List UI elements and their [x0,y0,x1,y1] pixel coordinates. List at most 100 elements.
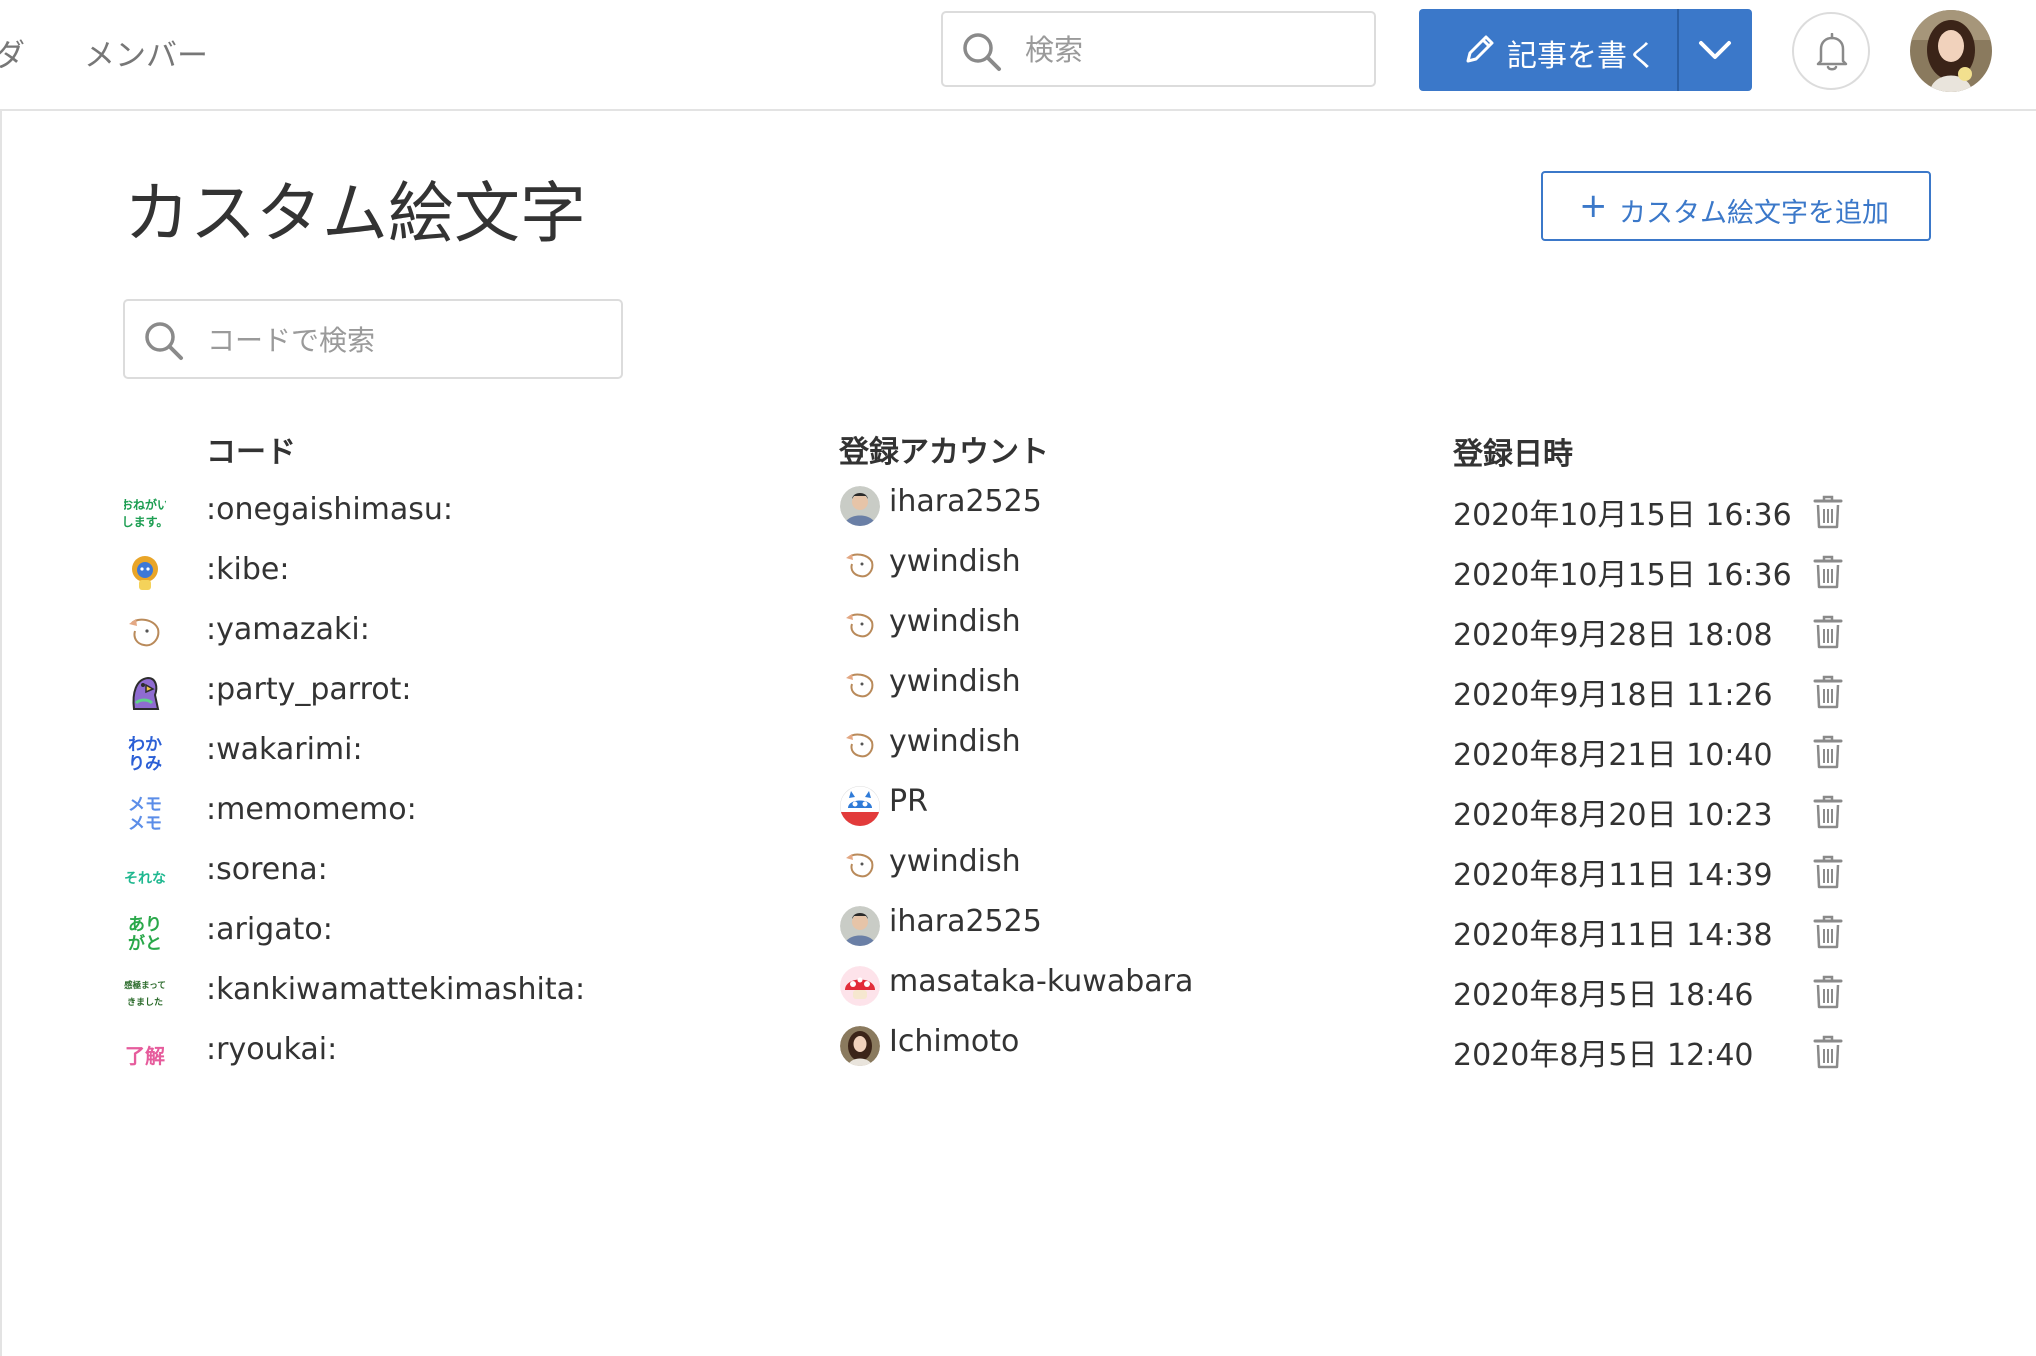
table-row: あり がと :arigato: ihara2525 2020年8月11日 14:… [0,904,2036,968]
trash-icon[interactable] [1812,1034,1844,1070]
account-avatar-ihara [840,906,880,946]
emoji-onegaishimasu-icon: おねがい します。 [124,497,166,529]
emoji-text-line: がと [128,933,162,953]
global-search [941,11,1376,87]
table-row: :kibe: ywindish 2020年10月15日 16:36 [0,544,2036,608]
emoji-code: :memomemo: [206,792,417,827]
account-name[interactable]: ywindish [889,844,1021,879]
search-icon [963,33,1001,71]
bell-icon [1816,33,1848,71]
registered-date: 2020年8月5日 12:40 [1453,1038,1754,1073]
emoji-text-line: わか [128,735,162,755]
account-name[interactable]: ihara2525 [889,904,1042,939]
write-options-dropdown[interactable] [1679,9,1752,91]
table-row: :party_parrot: ywindish 2020年9月18日 11:26 [0,664,2036,728]
emoji-code: :party_parrot: [206,672,412,707]
account-avatar-ihara [840,486,880,526]
emoji-wakarimi-icon: わか りみ [128,735,162,773]
account-name[interactable]: PR [889,784,928,819]
trash-icon[interactable] [1812,734,1844,770]
registered-date: 2020年8月5日 18:46 [1453,978,1754,1013]
emoji-code: :wakarimi: [206,732,363,767]
account-name[interactable]: ywindish [889,724,1021,759]
add-custom-emoji-label: カスタム絵文字を追加 [1619,198,1889,229]
emoji-text-line: メモ [128,814,162,833]
emoji-code: :kankiwamattekimashita: [206,972,586,1007]
registered-date: 2020年9月18日 11:26 [1453,678,1773,713]
nav-item-partial[interactable]: ダ [0,30,25,75]
table-row: それな :sorena: ywindish 2020年8月11日 14:39 [0,844,2036,908]
emoji-text-line: メモ [128,795,162,815]
registered-date: 2020年8月11日 14:39 [1453,858,1773,893]
account-avatar-ywindish [840,606,880,646]
trash-icon[interactable] [1812,974,1844,1010]
code-search-input[interactable] [205,317,609,363]
account-name[interactable]: Ichimoto [889,1024,1019,1059]
write-article-button-group: 記事を書く [1419,9,1752,91]
registered-date: 2020年8月20日 10:23 [1453,798,1773,833]
trash-icon[interactable] [1812,854,1844,890]
emoji-code: :onegaishimasu: [206,492,454,527]
emoji-code: :arigato: [206,912,333,947]
pencil-icon [1466,35,1494,63]
account-avatar-ywindish [840,726,880,766]
emoji-code: :ryoukai: [206,1032,338,1067]
chevron-down-icon [1699,41,1731,59]
top-header: ダ メンバー 記事を書く [0,0,2036,111]
emoji-text-line: りみ [128,754,162,773]
account-avatar-ywindish [840,546,880,586]
registered-date: 2020年10月15日 16:36 [1453,558,1792,593]
table-row: わか りみ :wakarimi: ywindish 2020年8月21日 10:… [0,724,2036,788]
account-name[interactable]: ywindish [889,664,1021,699]
emoji-text-line: します。 [124,515,166,529]
emoji-text-line: あり [128,915,162,935]
code-search [123,299,623,379]
emoji-party-parrot-icon [132,676,160,710]
account-name[interactable]: ywindish [889,544,1021,579]
account-name[interactable]: ywindish [889,604,1021,639]
trash-icon[interactable] [1812,674,1844,710]
trash-icon[interactable] [1812,494,1844,530]
emoji-text-line: きました [127,997,163,1008]
column-header-date: 登録日時 [1453,437,1573,472]
emoji-yamazaki-icon [129,618,160,647]
search-icon [145,322,183,360]
write-article-button[interactable]: 記事を書く [1419,9,1677,91]
account-name[interactable]: ihara2525 [889,484,1042,519]
account-avatar-pr [840,786,880,826]
add-custom-emoji-button[interactable]: + カスタム絵文字を追加 [1541,171,1931,241]
emoji-ryoukai-icon: 了解 [125,1044,165,1068]
notifications-button[interactable] [1792,12,1870,90]
emoji-code: :sorena: [206,852,328,887]
account-avatar-ywindish [840,666,880,706]
account-avatar-ywindish [840,846,880,886]
trash-icon[interactable] [1812,614,1844,650]
trash-icon[interactable] [1812,914,1844,950]
column-header-code: コード [206,435,296,470]
registered-date: 2020年10月15日 16:36 [1453,498,1792,533]
table-row: :yamazaki: ywindish 2020年9月28日 18:08 [0,604,2036,668]
plus-icon: + [1579,186,1608,226]
account-avatar-ichimoto [840,1026,880,1066]
emoji-kibe-icon [132,556,158,590]
account-name[interactable]: masataka-kuwabara [889,964,1193,999]
emoji-code: :yamazaki: [206,612,370,647]
emoji-arigato-icon: あり がと [128,915,162,953]
emoji-sorena-icon: それな [124,871,166,887]
nav-item-members[interactable]: メンバー [84,30,208,75]
table-row: メモ メモ :memomemo: PR 2020年8月20日 10:23 [0,784,2036,848]
emoji-code: :kibe: [206,552,290,587]
registered-date: 2020年9月28日 18:08 [1453,618,1773,653]
emoji-text-line: 了解 [125,1044,165,1068]
table-row: 感極まって きました :kankiwamattekimashita: masat… [0,964,2036,1028]
account-avatar-masataka [840,966,880,1006]
trash-icon[interactable] [1812,794,1844,830]
emoji-text-line: それな [124,871,166,887]
user-avatar[interactable] [1910,10,1992,92]
table-row: 了解 :ryoukai: Ichimoto 2020年8月5日 12:40 [0,1024,2036,1088]
trash-icon[interactable] [1812,554,1844,590]
global-search-input[interactable] [1023,27,1357,73]
table-row: おねがい します。 :onegaishimasu: ihara2525 2020… [0,484,2036,548]
registered-date: 2020年8月11日 14:38 [1453,918,1773,953]
emoji-text-line: 感極まって [124,980,166,991]
